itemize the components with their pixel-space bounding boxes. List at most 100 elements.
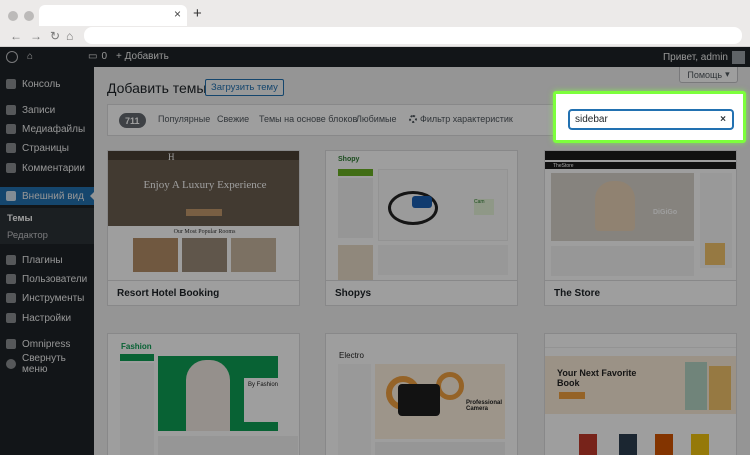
sidebar-item-label: Свернуть меню — [22, 353, 66, 375]
sidebar-item-pages[interactable]: Страницы — [0, 139, 94, 157]
upload-theme-button[interactable]: Загрузить тему — [205, 79, 284, 96]
theme-screenshot: Your Next Favorite Book — [545, 334, 736, 455]
comment-icon — [6, 163, 16, 173]
sidebar-item-tools[interactable]: Инструменты — [0, 289, 94, 307]
theme-screenshot: Fashion By Fashion — [108, 334, 299, 455]
comments-link[interactable]: ▭ 0 — [88, 51, 107, 62]
omnipress-icon — [6, 339, 16, 349]
settings-icon — [6, 313, 16, 323]
plugin-icon — [6, 255, 16, 265]
theme-card-books[interactable]: Your Next Favorite Book — [544, 333, 737, 455]
sidebar-item-omnipress[interactable]: Omnipress — [0, 335, 94, 353]
theme-card-electro[interactable]: Electro Professional Camera — [325, 333, 518, 455]
sidebar-item-label: Консоль — [22, 78, 61, 90]
sidebar-item-label: Пользователи — [22, 273, 88, 285]
site-home-icon[interactable]: ⌂ — [27, 51, 33, 62]
new-content-label: + Добавить — [116, 51, 169, 62]
sidebar-item-label: Страницы — [22, 142, 69, 154]
admin-bar: ⌂ ▭ 0 + Добавить Привет, admin — [0, 47, 750, 67]
theme-name: Resort Hotel Booking — [108, 280, 299, 305]
close-window-button[interactable] — [8, 11, 18, 21]
resort-hero-text: Enjoy A Luxury Experience — [143, 179, 267, 191]
sidebar-item-label: Инструменты — [22, 292, 85, 304]
sidebar-item-users[interactable]: Пользователи — [0, 270, 94, 288]
sidebar-item-plugins[interactable]: Плагины — [0, 251, 94, 269]
fashion-logo: Fashion — [121, 342, 152, 351]
sidebar-item-label: Комментарии — [22, 162, 85, 174]
theme-card-shopys[interactable]: Shopy Cam Shopys — [325, 150, 518, 306]
resort-rooms-heading: Our Most Popular Rooms — [173, 229, 236, 235]
avatar — [732, 51, 745, 64]
submenu-item-themes[interactable]: Темы — [0, 213, 94, 224]
new-content-link[interactable]: + Добавить — [116, 51, 169, 62]
sidebar-item-appearance[interactable]: Внешний вид — [0, 187, 94, 205]
sidebar-item-dashboard[interactable]: Консоль — [0, 75, 94, 93]
collapse-icon — [6, 359, 16, 369]
gear-icon — [409, 115, 417, 123]
media-icon — [6, 124, 16, 134]
search-input-value: sidebar — [575, 114, 608, 125]
browser-tab[interactable]: × — [39, 5, 187, 26]
page-icon — [6, 143, 16, 153]
search-highlight: sidebar × — [553, 91, 746, 143]
comments-count: 0 — [101, 51, 108, 62]
comment-bubble-icon: ▭ — [88, 51, 98, 62]
tab-latest[interactable]: Свежие — [217, 114, 249, 124]
sidebar-item-posts[interactable]: Записи — [0, 101, 94, 119]
feature-filter-button[interactable]: Фильтр характеристик — [409, 114, 513, 124]
clear-search-icon[interactable]: × — [720, 114, 726, 125]
sidebar-item-label: Omnipress — [22, 338, 71, 350]
help-button[interactable]: Помощь ▾ — [679, 67, 738, 83]
feature-filter-label: Фильтр характеристик — [420, 114, 513, 124]
wordpress-logo-icon[interactable] — [6, 51, 18, 63]
account-menu[interactable]: Привет, admin — [663, 51, 745, 64]
theme-card-resort[interactable]: H Enjoy A Luxury Experience Our Most Pop… — [107, 150, 300, 306]
browser-chrome: × + ← → ↻ ⌂ — [0, 0, 750, 47]
sidebar-item-comments[interactable]: Комментарии — [0, 159, 94, 177]
new-tab-button[interactable]: + — [193, 5, 202, 22]
electro-hero-text: Professional Camera — [466, 400, 503, 412]
theme-name: The Store — [545, 280, 736, 305]
help-label: Помощь — [687, 69, 723, 80]
forward-arrow-icon[interactable]: → — [30, 29, 42, 43]
tab-favorites[interactable]: Любимые — [356, 114, 397, 124]
store-logo: TheStore — [553, 163, 574, 169]
theme-card-fashion[interactable]: Fashion By Fashion — [107, 333, 300, 455]
sidebar-item-media[interactable]: Медиафайлы — [0, 120, 94, 138]
wrench-icon — [6, 293, 16, 303]
sidebar-item-label: Настройки — [22, 312, 72, 324]
minimize-window-button[interactable] — [24, 11, 34, 21]
sidebar-item-settings[interactable]: Настройки — [0, 309, 94, 327]
resort-logo: H — [168, 152, 175, 162]
caret-down-icon: ▾ — [725, 69, 730, 79]
greeting-text: Привет, admin — [662, 52, 728, 63]
theme-name: Shopys — [326, 280, 517, 305]
collapse-menu-button[interactable]: Свернуть меню — [0, 353, 94, 375]
shopys-logo: Shopy — [338, 156, 360, 163]
theme-count-badge: 711 — [119, 113, 146, 128]
dashboard-icon — [6, 79, 16, 89]
tab-popular[interactable]: Популярные — [158, 114, 210, 124]
sidebar-item-label: Записи — [22, 104, 56, 116]
page-title: Добавить темы — [107, 80, 207, 96]
theme-screenshot: Electro Professional Camera — [326, 334, 517, 455]
electro-logo: Electro — [339, 351, 364, 360]
sidebar-item-label: Медиафайлы — [22, 123, 86, 135]
tab-close-icon[interactable]: × — [174, 7, 181, 21]
tab-block-themes[interactable]: Темы на основе блоков — [259, 114, 357, 124]
admin-sidebar: Консоль Записи Медиафайлы Страницы Комме… — [0, 67, 94, 455]
theme-search-input[interactable]: sidebar × — [569, 110, 733, 129]
submenu-item-editor[interactable]: Редактор — [0, 230, 94, 241]
brush-icon — [6, 191, 16, 201]
reload-icon[interactable]: ↻ — [50, 29, 60, 43]
home-icon[interactable]: ⌂ — [66, 29, 73, 43]
sidebar-item-label: Внешний вид — [22, 190, 84, 202]
address-bar[interactable] — [84, 27, 742, 44]
users-icon — [6, 274, 16, 284]
theme-screenshot: H Enjoy A Luxury Experience Our Most Pop… — [108, 151, 299, 280]
theme-card-the-store[interactable]: TheStore DiGiGo The Store — [544, 150, 737, 306]
store-promo-text: DiGiGo — [653, 209, 678, 216]
sidebar-item-label: Плагины — [22, 254, 63, 266]
fashion-hero-text: By Fashion — [244, 378, 286, 422]
back-arrow-icon[interactable]: ← — [10, 29, 22, 43]
